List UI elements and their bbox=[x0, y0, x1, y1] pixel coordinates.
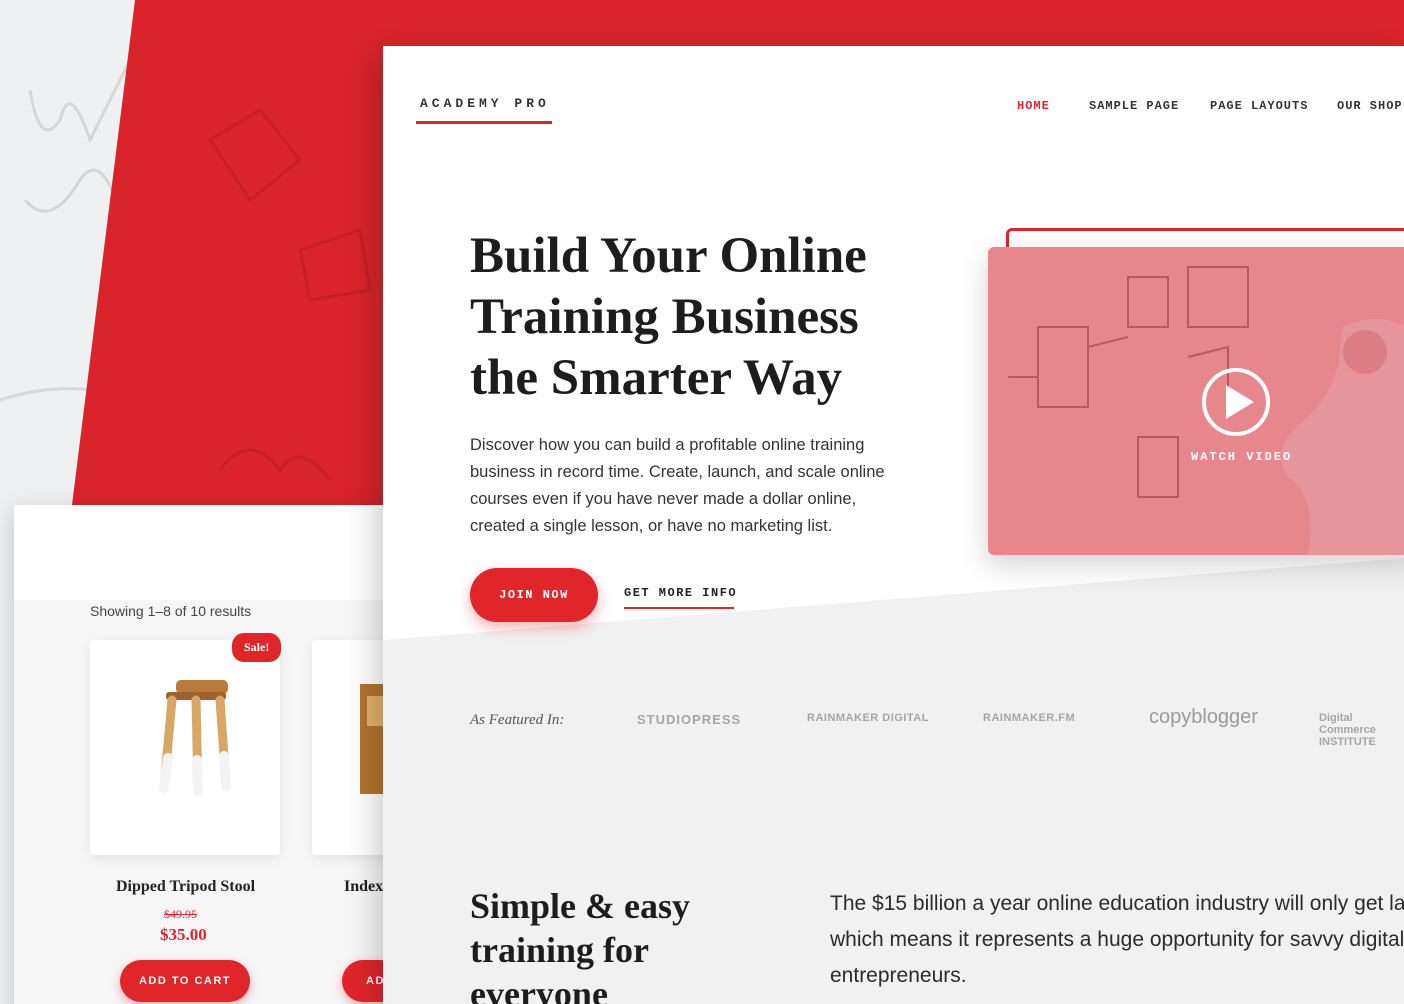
site-window: ACADEMY PRO HOME SAMPLE PAGE PAGE LAYOUT… bbox=[383, 46, 1404, 1004]
logo-underline bbox=[416, 121, 552, 124]
brand-logo-digital-commerce-institute: Digital Commerce INSTITUTE bbox=[1319, 712, 1376, 748]
section-description: The $15 billion a year online education … bbox=[830, 892, 1404, 987]
brand-logo-rainmaker-fm: RAINMAKER.FM bbox=[983, 712, 1076, 724]
section-title: Simple & easy training for everyone bbox=[470, 886, 690, 1004]
brand-logo-rainmaker-digital: RAINMAKER DIGITAL bbox=[807, 712, 929, 724]
tripod-stool-image bbox=[159, 680, 231, 797]
video-thumbnail bbox=[988, 247, 1404, 555]
hero-description: Discover how you can build a profitable … bbox=[470, 436, 885, 535]
hero-title: Build Your Online Training Business the … bbox=[470, 228, 867, 406]
watch-video-label[interactable]: WATCH VIDEO bbox=[1191, 450, 1292, 464]
nav-home[interactable]: HOME bbox=[1017, 99, 1050, 113]
featured-in-label: As Featured In: bbox=[470, 712, 565, 728]
link-underline bbox=[624, 607, 734, 609]
original-price: $49.95 bbox=[164, 907, 197, 921]
brand-logo-copyblogger: copyblogger bbox=[1149, 706, 1258, 728]
sale-price: $35.00 bbox=[160, 925, 207, 944]
brand-logo-studiopress: STUDIOPRESS bbox=[637, 712, 742, 727]
nav-page-layouts[interactable]: PAGE LAYOUTS bbox=[1210, 99, 1308, 113]
video-player[interactable]: WATCH VIDEO bbox=[988, 247, 1404, 555]
sale-badge: Sale! bbox=[232, 633, 282, 662]
nav-sample-page[interactable]: SAMPLE PAGE bbox=[1089, 99, 1179, 113]
add-to-cart-button[interactable]: ADD TO CART bbox=[120, 960, 250, 1002]
product-name[interactable]: Dipped Tripod Stool bbox=[116, 878, 255, 896]
results-count: Showing 1–8 of 10 results bbox=[90, 603, 252, 619]
join-now-button[interactable]: JOIN NOW bbox=[470, 568, 598, 622]
site-logo[interactable]: ACADEMY PRO bbox=[420, 96, 550, 111]
product-name[interactable]: Index bbox=[344, 878, 383, 896]
shop-preview-card: Showing 1–8 of 10 results Sale! Dipped T… bbox=[14, 505, 502, 1004]
product-card[interactable] bbox=[90, 640, 280, 855]
get-more-info-link[interactable]: GET MORE INFO bbox=[624, 586, 737, 600]
nav-our-shop[interactable]: OUR SHOP bbox=[1337, 99, 1403, 113]
